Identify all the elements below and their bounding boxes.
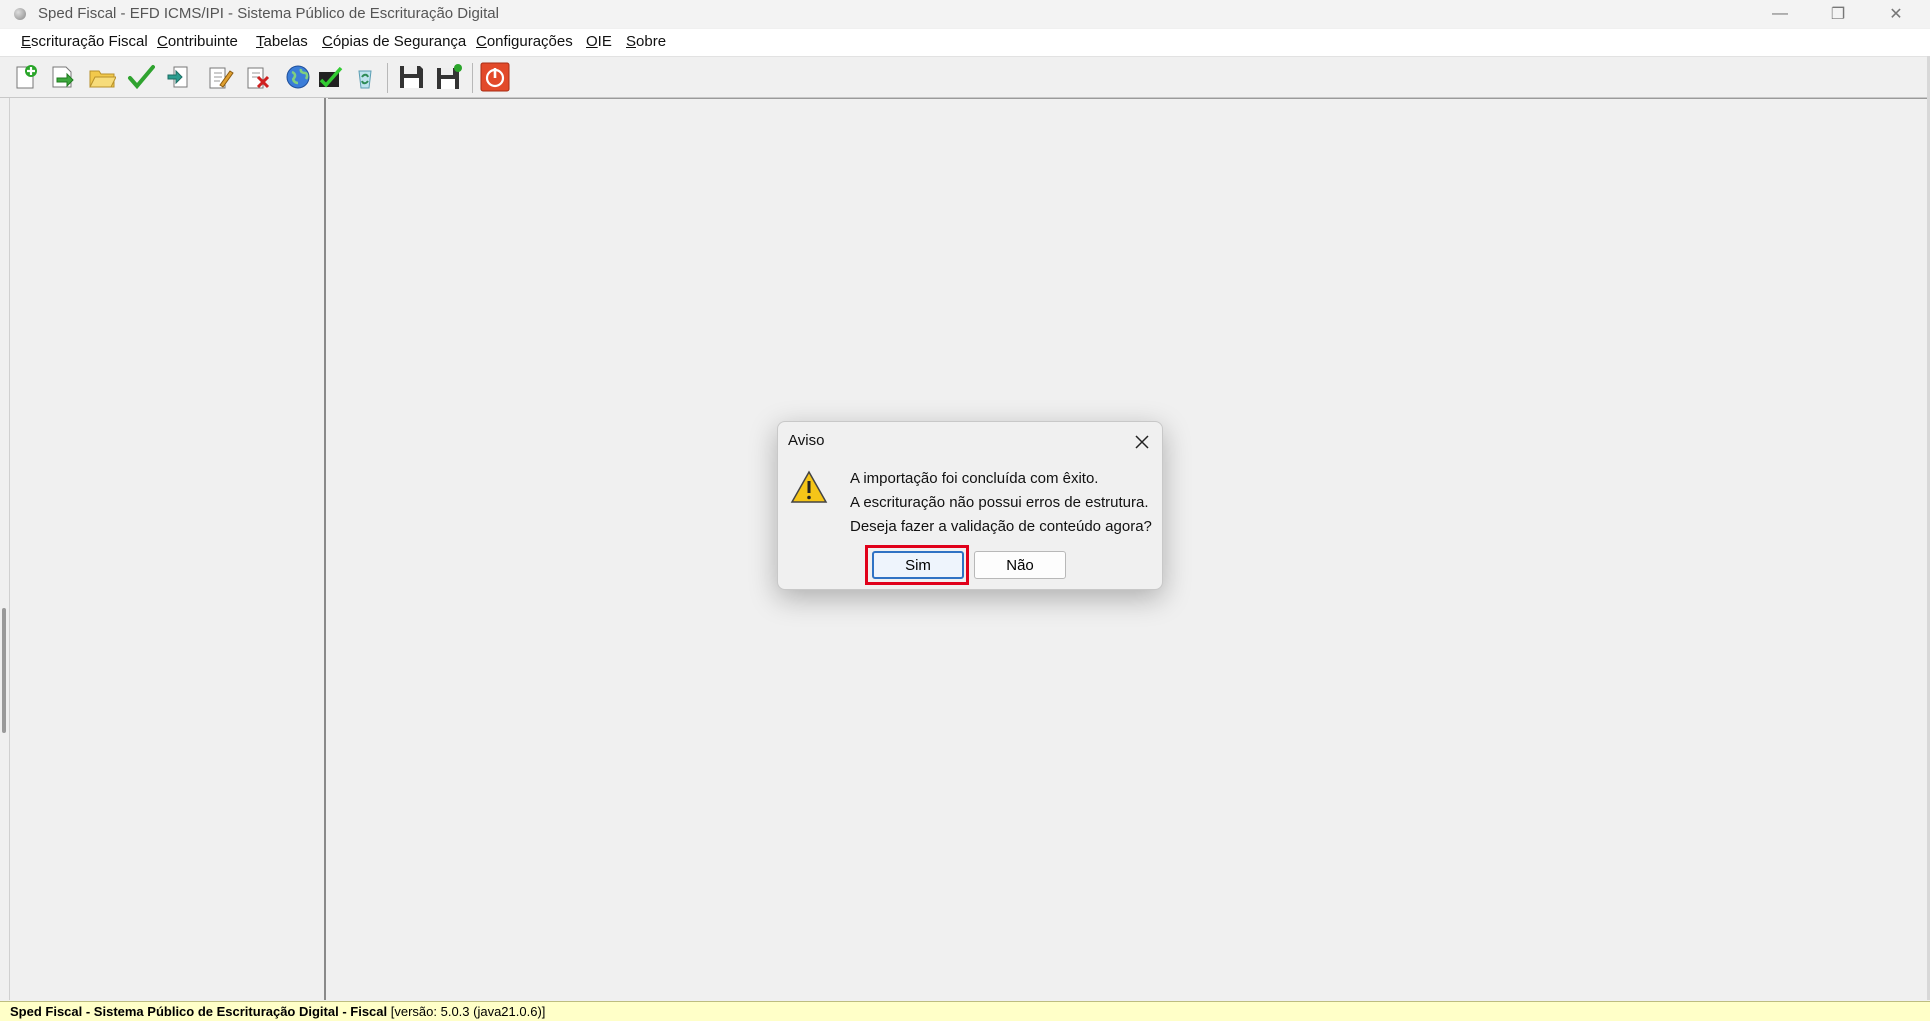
globe-button[interactable] (283, 62, 313, 92)
menu-configuracoes[interactable]: Configurações (476, 33, 573, 50)
no-button[interactable]: Não (974, 551, 1066, 579)
dialog-close-button[interactable] (1130, 430, 1154, 454)
warning-dialog: Aviso A importação foi concluída com êxi… (777, 421, 1163, 590)
transmit-icon (319, 66, 343, 88)
export-icon (167, 66, 188, 88)
status-bar: Sped Fiscal - Sistema Público de Escritu… (0, 1001, 1930, 1021)
menu-tabelas[interactable]: Tabelas (256, 33, 308, 50)
open-folder-icon (89, 70, 116, 88)
menu-oie[interactable]: OIE (586, 33, 612, 50)
delete-signature-button[interactable] (243, 62, 273, 92)
menu-sobre[interactable]: Sobre (626, 33, 666, 50)
menu-contribuinte[interactable]: Contribuinte (157, 33, 238, 50)
recycle-button[interactable] (350, 62, 380, 92)
app-icon (14, 8, 26, 20)
toolbar (0, 57, 1930, 98)
menu-escrituracao-fiscal[interactable]: Escrituração Fiscal (21, 33, 148, 50)
menu-bar: Escrituração Fiscal Contribuinte Tabelas… (0, 29, 1930, 57)
recycle-icon (358, 70, 372, 89)
status-version: [versão: 5.0.3 (java21.0.6)] (390, 1004, 546, 1019)
open-button[interactable] (87, 62, 117, 92)
toolbar-separator (387, 63, 388, 93)
status-app-name: Sped Fiscal - Sistema Público de Escritu… (10, 1004, 388, 1019)
title-bar: Sped Fiscal - EFD ICMS/IPI - Sistema Púb… (0, 0, 1930, 28)
close-icon: ✕ (1889, 6, 1903, 23)
import-arrow-icon (52, 66, 74, 88)
window-title: Sped Fiscal - EFD ICMS/IPI - Sistema Púb… (38, 5, 499, 22)
new-document-button[interactable] (11, 62, 41, 92)
transmit-button[interactable] (315, 62, 345, 92)
dialog-title: Aviso (788, 432, 825, 449)
minimize-button[interactable]: — (1751, 0, 1809, 28)
minimize-icon: — (1772, 5, 1788, 22)
toolbar-separator (472, 63, 473, 93)
navigation-panel (10, 98, 326, 1000)
delete-document-icon (247, 67, 270, 89)
save-as-button[interactable] (434, 62, 464, 92)
warning-icon (790, 470, 828, 503)
restore-icon: ❐ (1830, 6, 1846, 23)
sign-button[interactable] (205, 62, 235, 92)
import-button[interactable] (48, 62, 78, 92)
export-button[interactable] (164, 62, 194, 92)
sign-document-icon (209, 67, 234, 89)
new-document-icon (16, 65, 37, 89)
validate-check-icon (128, 65, 155, 90)
restore-button[interactable]: ❐ (1809, 0, 1867, 28)
dialog-message-line: Deseja fazer a validação de conteúdo ago… (850, 518, 1152, 535)
menu-copias-de-seguranca[interactable]: Cópias de Segurança (322, 33, 466, 50)
dialog-message-line: A importação foi concluída com êxito. (850, 470, 1099, 487)
globe-icon (286, 65, 310, 89)
exit-power-icon (480, 62, 510, 92)
exit-button[interactable] (480, 62, 510, 92)
save-icon (400, 66, 423, 88)
close-icon (1135, 435, 1149, 449)
save-as-icon (437, 64, 462, 89)
yes-button[interactable]: Sim (872, 551, 964, 579)
close-button[interactable]: ✕ (1867, 0, 1925, 28)
scrollbar-thumb[interactable] (2, 608, 6, 733)
left-scroll-strip (0, 98, 10, 1000)
validate-button[interactable] (126, 62, 156, 92)
save-button[interactable] (396, 62, 426, 92)
dialog-message-line: A escrituração não possui erros de estru… (850, 494, 1149, 511)
